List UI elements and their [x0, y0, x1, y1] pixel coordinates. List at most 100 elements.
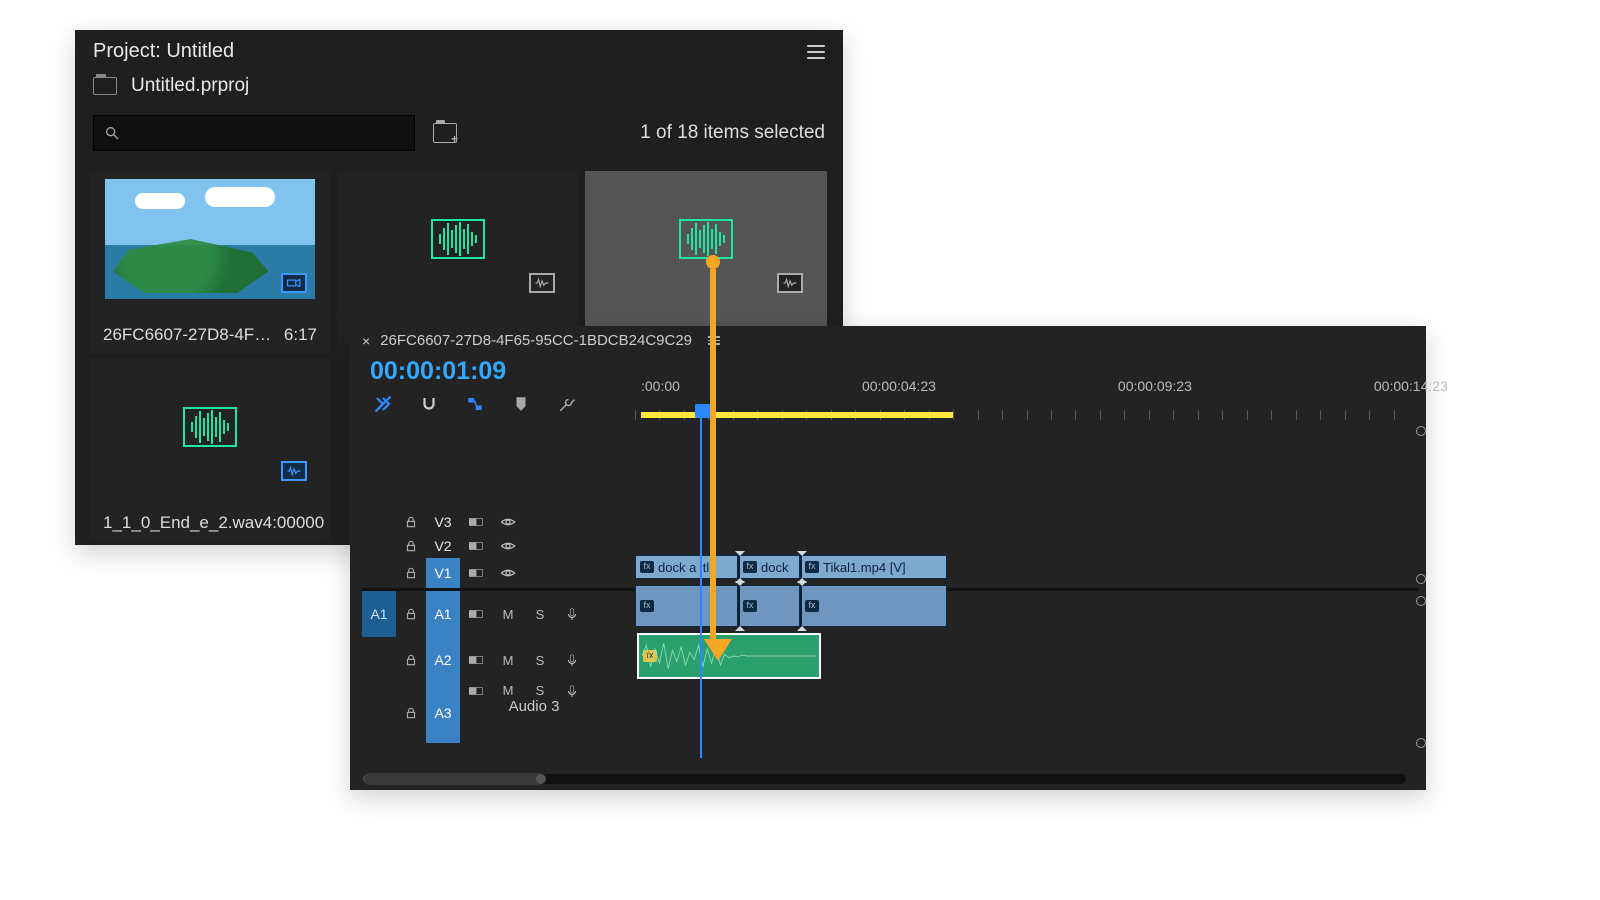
src-patch[interactable]: [362, 534, 396, 558]
voiceover-icon[interactable]: [556, 591, 588, 637]
video-clip[interactable]: fxTikal1.mp4 [V]: [800, 555, 947, 579]
track-target[interactable]: V2: [426, 534, 460, 558]
clip-canvas[interactable]: fxdock a itl fxdock fxTikal1.mp4 [V] fx …: [635, 554, 1404, 764]
src-patch[interactable]: [362, 683, 396, 743]
audio-thumbnail: [353, 179, 563, 299]
zoom-ring-icon[interactable]: [1416, 738, 1426, 748]
lock-icon[interactable]: [396, 591, 426, 637]
fx-badge-icon: fx: [743, 561, 757, 573]
snap-icon[interactable]: [418, 394, 440, 414]
lock-icon[interactable]: [396, 510, 426, 534]
track-name: Audio 3: [489, 698, 560, 715]
voiceover-icon[interactable]: [556, 683, 588, 698]
asset-tile[interactable]: 26FC6607-27D8-4F… 6:17: [89, 171, 331, 353]
close-sequence-icon[interactable]: ×: [362, 333, 370, 349]
track-target[interactable]: V1: [426, 558, 460, 588]
asset-name: 1_1_0_End_e_2.wav: [103, 513, 263, 535]
video-thumbnail: [105, 179, 315, 299]
eye-icon[interactable]: [492, 558, 524, 588]
search-icon: [104, 125, 120, 141]
video-badge-icon: [281, 273, 307, 293]
search-input[interactable]: [93, 115, 415, 151]
audio-clip-linked[interactable]: fx: [800, 585, 947, 627]
sequence-tab[interactable]: 26FC6607-27D8-4F65-95CC-1BDCB24C9C29: [380, 332, 692, 349]
waveform-icon: [183, 407, 237, 447]
src-patch[interactable]: [362, 558, 396, 588]
lock-icon[interactable]: [396, 558, 426, 588]
scroll-thumb[interactable]: [364, 773, 544, 785]
clip-label: Tikal1.mp4 [V]: [823, 560, 906, 575]
track-target[interactable]: A2: [426, 637, 460, 683]
search-field[interactable]: [126, 125, 404, 142]
panel-menu-icon[interactable]: [807, 45, 825, 59]
audio-clip-linked[interactable]: fx: [635, 585, 738, 627]
project-file-name: Untitled.prproj: [131, 75, 249, 97]
ruler-label: 00:00:09:23: [1118, 378, 1192, 394]
sync-lock-icon[interactable]: [460, 591, 492, 637]
mute-button[interactable]: M: [492, 591, 524, 637]
edit-point-icon[interactable]: [738, 583, 740, 629]
track-v3: V3: [362, 510, 1418, 534]
audio-thumbnail: [105, 367, 315, 487]
track-target[interactable]: A3: [426, 683, 460, 743]
video-clip[interactable]: fxdock a itl: [635, 555, 738, 579]
solo-button[interactable]: S: [524, 637, 556, 683]
sync-lock-icon[interactable]: [460, 534, 492, 558]
eye-icon[interactable]: [492, 534, 524, 558]
sync-lock-icon[interactable]: [460, 510, 492, 534]
zoom-ring-icon[interactable]: [1416, 426, 1426, 436]
fx-badge-icon: fx: [640, 561, 654, 573]
video-clip[interactable]: fxdock: [738, 555, 800, 579]
playhead[interactable]: [700, 404, 702, 758]
edit-point-icon[interactable]: [800, 553, 802, 581]
src-patch[interactable]: [362, 510, 396, 534]
track-target[interactable]: V3: [426, 510, 460, 534]
lock-icon[interactable]: [396, 683, 426, 743]
lock-icon[interactable]: [396, 637, 426, 683]
track-target[interactable]: A1: [426, 591, 460, 637]
edit-point-icon[interactable]: [800, 583, 802, 629]
zoom-handle-right[interactable]: [536, 774, 546, 784]
clip-label: dock: [761, 560, 788, 575]
asset-tile[interactable]: 1_1_0_End_e_2.wav 4:00000: [89, 359, 331, 541]
in-out-range[interactable]: [641, 412, 953, 418]
zoom-ring-icon[interactable]: [1416, 596, 1426, 606]
ruler-label: :00:00: [641, 378, 680, 394]
eye-icon[interactable]: [492, 510, 524, 534]
parent-bin-icon[interactable]: [93, 77, 117, 95]
video-badge-icon: [281, 461, 307, 481]
timeline-panel: × 26FC6607-27D8-4F65-95CC-1BDCB24C9C29 0…: [350, 326, 1426, 790]
new-bin-icon[interactable]: [433, 123, 457, 143]
solo-button[interactable]: S: [524, 683, 556, 698]
selection-count: 1 of 18 items selected: [640, 122, 825, 144]
time-ruler[interactable]: :00:00 00:00:04:23 00:00:09:23 00:00:14:…: [635, 378, 1418, 420]
mute-button[interactable]: M: [492, 637, 524, 683]
linked-selection-icon[interactable]: [464, 394, 486, 414]
src-patch[interactable]: [362, 637, 396, 683]
waveform-icon: [679, 219, 733, 259]
sync-lock-icon[interactable]: [460, 683, 492, 698]
audio-thumbnail: [601, 179, 811, 299]
audio-badge-icon: [529, 273, 555, 293]
sync-lock-icon[interactable]: [460, 637, 492, 683]
mute-button[interactable]: M: [492, 683, 524, 698]
timeline-menu-icon[interactable]: [708, 334, 720, 347]
playhead-scrubber[interactable]: [695, 404, 713, 418]
solo-button[interactable]: S: [524, 591, 556, 637]
sync-lock-icon[interactable]: [460, 558, 492, 588]
src-patch-a1[interactable]: A1: [362, 591, 396, 637]
zoom-ring-icon[interactable]: [1416, 574, 1426, 584]
horizontal-scrollbar[interactable]: [364, 774, 1406, 784]
voiceover-icon[interactable]: [556, 637, 588, 683]
marker-icon[interactable]: [510, 394, 532, 414]
wrench-icon[interactable]: [556, 394, 578, 414]
lock-icon[interactable]: [396, 534, 426, 558]
nest-icon[interactable]: [372, 394, 394, 414]
waveform-icon: [431, 219, 485, 259]
edit-point-icon[interactable]: [738, 553, 740, 581]
project-panel-title: Project: Untitled: [93, 40, 234, 63]
audio-clip[interactable]: fx: [637, 633, 821, 679]
audio-clip-linked[interactable]: fx: [738, 585, 800, 627]
clip-waveform: [642, 638, 816, 674]
asset-duration: 6:17: [284, 325, 317, 347]
